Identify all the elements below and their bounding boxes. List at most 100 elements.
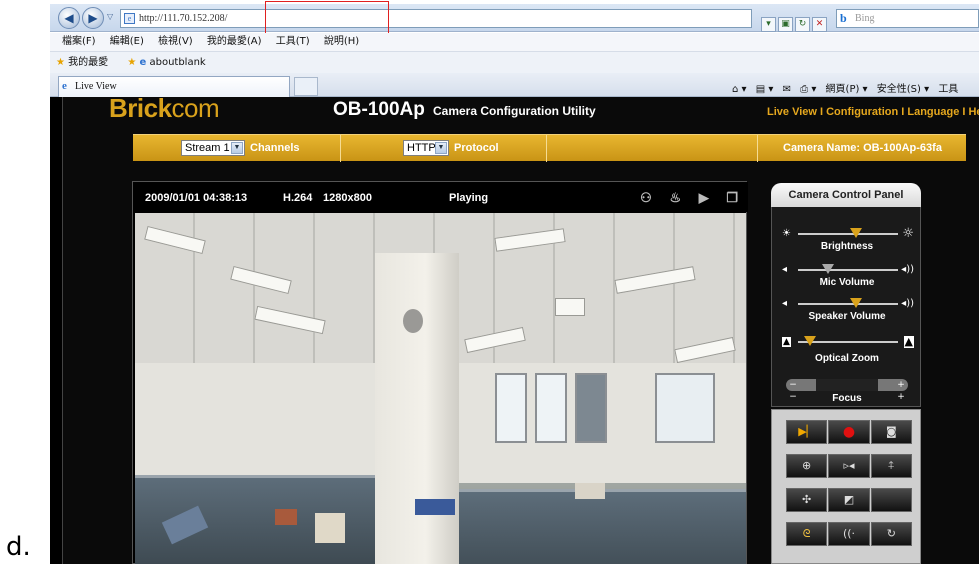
volume-high-icon: ◂)) xyxy=(901,264,914,275)
stream-select[interactable]: Stream 1 ▼ xyxy=(181,140,245,156)
add-favorite-icon[interactable]: ★ xyxy=(127,57,136,68)
focus-control[interactable]: − − + + xyxy=(786,379,908,402)
cmd-tools[interactable]: 工具 xyxy=(938,84,958,95)
menu-favorites[interactable]: 我的最愛(A) xyxy=(207,36,262,47)
zoom-icon[interactable]: ⊕ xyxy=(786,454,828,478)
focus-near-icon[interactable]: − − xyxy=(786,379,800,402)
brightness-high-icon: ☼ xyxy=(902,226,914,241)
speaker-volume-thumb[interactable] xyxy=(850,298,862,308)
focus-far-icon[interactable]: + + xyxy=(894,379,908,402)
brightness-slider[interactable]: ☀ ☼ xyxy=(782,227,914,241)
speaker-icon[interactable]: ▶ xyxy=(699,190,709,206)
camera-app: Brickcom OB-100Ap Camera Configuration U… xyxy=(62,97,979,564)
scene-window xyxy=(655,373,715,443)
brickcom-logo: Brickcom xyxy=(109,97,220,123)
settings-bar: Stream 1 ▼ Channels HTTP ▼ Protocol Came… xyxy=(133,134,966,162)
mail-icon[interactable]: ✉ xyxy=(783,84,791,95)
scene-wall xyxy=(135,363,375,483)
protocol-label: Protocol xyxy=(454,142,499,154)
mic-volume-slider[interactable]: ◂ ◂)) xyxy=(782,263,914,277)
video-timestamp: 2009/01/01 04:38:13 xyxy=(145,192,248,204)
camera-name: Camera Name: OB-100Ap-63fa xyxy=(783,142,942,154)
compat-icon[interactable]: ▣ xyxy=(778,17,793,32)
control-buttons: ▶▏ ● ◙ ⊕ ▹◂ ⍏ ✣ ◩ ᘓ ((· ↻ xyxy=(771,409,921,564)
brightness-low-icon: ☀ xyxy=(782,228,791,239)
url-field[interactable]: e http://111.70.152.208/ xyxy=(120,9,752,28)
scene-desk-item xyxy=(275,509,297,525)
home-icon[interactable]: ⌂ ▾ xyxy=(732,84,747,95)
move-icon[interactable]: ✣ xyxy=(786,488,828,512)
listen-icon[interactable]: ᘓ xyxy=(786,522,828,546)
menu-edit[interactable]: 編輯(E) xyxy=(110,36,144,47)
protocol-select[interactable]: HTTP ▼ xyxy=(403,140,449,156)
feeds-icon[interactable]: ▤ ▾ xyxy=(756,84,774,95)
refresh-icon[interactable]: ↻ xyxy=(795,17,810,32)
rotate-icon[interactable]: ↻ xyxy=(870,522,912,546)
window-icon[interactable]: ◩ xyxy=(828,488,870,512)
menu-view[interactable]: 檢視(V) xyxy=(158,36,193,47)
print-icon[interactable]: ⎙ ▾ xyxy=(800,84,816,95)
optical-zoom-slider[interactable]: ▲ ▲ xyxy=(782,335,914,349)
volume-high-icon: ◂)) xyxy=(901,298,914,309)
control-panel-title: Camera Control Panel xyxy=(771,183,921,207)
model-name: OB-100Ap xyxy=(333,99,425,120)
cmd-safety[interactable]: 安全性(S) ▾ xyxy=(877,84,929,95)
menu-tools[interactable]: 工具(T) xyxy=(276,36,310,47)
control-panel-sliders: ☀ ☼ Brightness ◂ ◂)) Mic Volume ◂ ◂)) Sp… xyxy=(771,207,921,407)
tab-live-view[interactable]: e Live View xyxy=(58,76,290,97)
mic-volume-thumb[interactable] xyxy=(822,264,834,274)
video-stream[interactable] xyxy=(135,213,746,564)
speaker-volume-slider[interactable]: ◂ ◂)) xyxy=(782,297,914,311)
scene-desk-item xyxy=(315,513,345,543)
camera-control-panel: Camera Control Panel ☀ ☼ Brightness ◂ ◂)… xyxy=(771,183,921,564)
menu-file[interactable]: 檔案(F) xyxy=(62,36,96,47)
new-tab-button[interactable] xyxy=(294,77,318,96)
play-button[interactable]: ▶▏ xyxy=(786,420,828,444)
brightness-thumb[interactable] xyxy=(850,228,862,238)
page-content: Brickcom OB-100Ap Camera Configuration U… xyxy=(50,97,979,564)
command-bar: ⌂ ▾ ▤ ▾ ✉ ⎙ ▾ 網頁(P) ▾ 安全性(S) ▾ 工具 xyxy=(732,80,964,95)
camera-icon[interactable]: ⚇ xyxy=(640,190,652,206)
scene-desk-item xyxy=(415,499,455,515)
video-resolution: 1280x800 xyxy=(323,192,372,204)
search-field[interactable]: b Bing xyxy=(836,9,979,28)
microphone-icon[interactable]: ♨ xyxy=(669,190,681,206)
tab-bar: e Live View ⌂ ▾ ▤ ▾ ✉ ⎙ ▾ 網頁(P) ▾ 安全性(S)… xyxy=(50,73,979,97)
history-dropdown-icon[interactable]: ▽ xyxy=(107,12,113,21)
menu-help[interactable]: 說明(H) xyxy=(324,36,359,47)
ceiling-light xyxy=(555,298,585,316)
top-navigation[interactable]: Live View I Configuration I Language I H… xyxy=(767,106,979,118)
volume-low-icon: ◂ xyxy=(782,298,788,309)
empty-button[interactable] xyxy=(870,488,912,512)
favorites-star-icon[interactable]: ★ xyxy=(56,57,65,68)
optical-zoom-thumb[interactable] xyxy=(804,336,816,346)
chevron-down-icon: ▼ xyxy=(435,142,447,154)
align-icon[interactable]: ⍏ xyxy=(870,454,912,478)
record-button[interactable]: ● xyxy=(828,420,870,444)
back-icon[interactable]: ◀ xyxy=(58,7,80,29)
scene-window xyxy=(535,373,567,443)
speaker-volume-label: Speaker Volume xyxy=(808,311,886,322)
fullscreen-icon[interactable]: ❐ xyxy=(726,190,738,206)
url-text: http://111.70.152.208/ xyxy=(139,13,228,24)
volume-low-icon: ◂ xyxy=(782,264,788,275)
page-icon: e xyxy=(124,13,135,24)
talk-icon[interactable]: ((· xyxy=(828,522,870,546)
snapshot-icon[interactable]: ◙ xyxy=(870,420,912,444)
favorite-link[interactable]: aboutblank xyxy=(149,57,205,68)
favorites-label[interactable]: 我的最愛 xyxy=(68,57,108,68)
split-view-icon[interactable]: ▹◂ xyxy=(828,454,870,478)
stop-icon[interactable]: ✕ xyxy=(812,17,827,32)
chevron-down-icon: ▼ xyxy=(231,142,243,154)
utility-title: Camera Configuration Utility xyxy=(433,104,596,118)
scene-desk-item xyxy=(575,483,605,499)
address-actions: ▾ ▣ ↻ ✕ xyxy=(761,11,829,32)
scene-door xyxy=(575,373,607,443)
cmd-page[interactable]: 網頁(P) ▾ xyxy=(826,84,868,95)
forward-icon[interactable]: ▶ xyxy=(82,7,104,29)
dropdown-icon[interactable]: ▾ xyxy=(761,17,776,32)
zoom-in-icon: ▲ xyxy=(903,335,914,348)
brightness-label: Brightness xyxy=(820,241,874,252)
screenshot-root: d. ◀ ▶ ▽ e http://111.70.152.208/ ▾ ▣ ↻ ✕ b… xyxy=(0,0,979,564)
mic-volume-label: Mic Volume xyxy=(819,277,875,288)
